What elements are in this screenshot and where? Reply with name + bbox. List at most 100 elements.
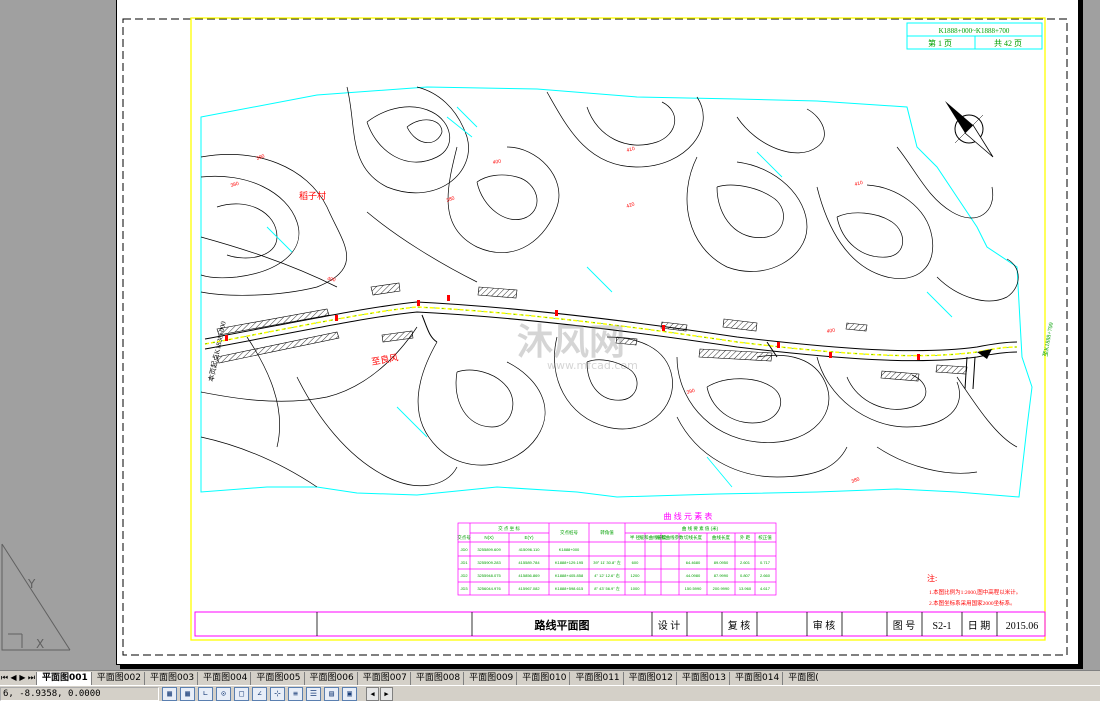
curve-elements-table: 曲 线 元 素 表 交 点 坐 标 交点桩号 转角值 曲 线 要 素 值 (米)… [457,511,777,596]
curve-table-title: 曲 线 元 素 表 [664,511,713,521]
drafting-settings: ▦ ▦ ∟ ⊙ □ ∠ ⊹ ≡ ☰ ▤ ▣ [162,687,360,701]
village-name: 稻子村 [299,190,326,201]
layout-tab-002[interactable]: 平面图002 [90,672,144,685]
svg-text:沐风网: 沐风网 [517,322,625,363]
last-tab-icon[interactable]: ⏭ [27,671,36,684]
svg-text:交点号: 交点号 [457,534,471,541]
drawing-canvas[interactable]: K1888+000~K1888+700 第 1 页 共 42 页 380 390… [117,0,1078,664]
date-value: 2015.06 [1006,621,1039,632]
dyn-icon[interactable]: ≡ [288,687,303,701]
svg-text:K1888+405.858: K1888+405.858 [555,573,584,578]
drawing-notes: 注: 1.本图比例为1:2000,图中高程以米计。 2.本图坐标系采用国家200… [927,573,1021,607]
svg-text:1200: 1200 [631,573,641,578]
svg-text:380: 380 [851,476,861,485]
status-bar: 6, -8.9358, 0.0000 ▦ ▦ ∟ ⊙ □ ∠ ⊹ ≡ ☰ ▤ ▣ ◀ ▶ [0,685,1100,701]
ortho-icon[interactable]: ∟ [198,687,213,701]
snap-icon[interactable]: ▦ [162,687,177,701]
grid-icon[interactable]: ▦ [180,687,195,701]
date-label: 日 期 [968,620,991,632]
svg-text:1000: 1000 [631,586,641,591]
svg-text:600: 600 [632,560,639,565]
svg-text:JD3: JD3 [460,586,468,591]
svg-text:410: 410 [626,146,636,154]
svg-text:2.601: 2.601 [740,560,751,565]
layout-tab-015[interactable]: 平面图( [782,672,822,685]
ducs-icon[interactable]: ⊹ [270,687,285,701]
coordinate-readout: 6, -8.9358, 0.0000 [0,687,159,701]
drawing-workspace[interactable]: K1888+000~K1888+700 第 1 页 共 42 页 380 390… [0,0,1100,670]
svg-text:415856.869: 415856.869 [518,573,540,578]
layout-tab-008[interactable]: 平面图008 [409,672,463,685]
layout-tab-001[interactable]: 平面图001 [36,672,91,685]
svg-text:44.0980: 44.0980 [686,573,701,578]
drawing-title: 路线平面图 [535,618,590,632]
layout-tab-012[interactable]: 平面图012 [622,672,676,685]
svg-text:415589.784: 415589.784 [518,560,540,565]
watermark: 沐风网 www.mfcad.com [517,322,638,372]
svg-text:0.807: 0.807 [740,573,751,578]
svg-text:K1888+598.615: K1888+598.615 [555,586,584,591]
svg-text:410: 410 [854,180,864,188]
first-tab-icon[interactable]: ⏮ [0,671,9,684]
svg-text:3255899.609: 3255899.609 [477,547,501,552]
svg-text:Y: Y [27,577,36,591]
svg-text:缓和曲线参数: 缓和曲线参数 [657,534,684,541]
svg-text:13.960: 13.960 [739,586,752,591]
layout-tab-013[interactable]: 平面图013 [675,672,729,685]
svg-text:87.9990: 87.9990 [714,573,729,578]
ucs-icon: Y X [1,543,71,651]
svg-text:400: 400 [826,328,835,335]
svg-text:JD2: JD2 [460,573,468,578]
svg-text:2.本图坐标系采用国家2000坐标系。: 2.本图坐标系采用国家2000坐标系。 [929,599,1016,607]
svg-text:K1888+000: K1888+000 [559,547,580,552]
otrack-icon[interactable]: ∠ [252,687,267,701]
layout-tab-010[interactable]: 平面图010 [516,672,569,685]
layout-tab-007[interactable]: 平面图007 [356,672,410,685]
svg-text:390: 390 [256,153,266,162]
lineweight-icon[interactable]: ☰ [306,687,321,701]
svg-text:曲 线 要 素 值 (米): 曲 线 要 素 值 (米) [682,525,719,532]
prev-tab-icon[interactable]: ◀ [9,671,18,684]
end-stake-note: 至K1888+700 [1042,322,1055,357]
svg-text:JD0: JD0 [460,547,468,552]
svg-text:外 距: 外 距 [740,534,751,541]
svg-text:4.617: 4.617 [760,586,771,591]
svg-text:JD1: JD1 [460,560,468,565]
svg-text:200.9990: 200.9990 [713,586,730,591]
svg-text:2.660: 2.660 [760,573,771,578]
polar-icon[interactable]: ⊙ [216,687,231,701]
svg-text:390: 390 [686,388,696,396]
svg-text:415967.082: 415967.082 [518,586,540,591]
next-layout-icon[interactable]: ▶ [380,687,393,701]
layout-tab-004[interactable]: 平面图004 [197,672,250,685]
layout-tab-005[interactable]: 平面图005 [250,672,303,685]
svg-text:1.本图比例为1:2000,图中高程以米计。: 1.本图比例为1:2000,图中高程以米计。 [929,588,1021,596]
layout-nav: ◀ ▶ [366,687,394,701]
quick-properties-icon[interactable]: ▣ [342,687,357,701]
layout-tab-003[interactable]: 平面图003 [143,672,197,685]
elevation-markers [266,106,953,488]
layout-tab-006[interactable]: 平面图006 [303,672,357,685]
drawing-number-label: 图 号 [893,620,916,632]
svg-text:www.mfcad.com: www.mfcad.com [547,359,638,372]
svg-text:校正值: 校正值 [758,534,772,541]
drawing-number: S2-1 [933,621,952,632]
osnap-icon[interactable]: □ [234,687,249,701]
layout-tab-bar: ⏮ ◀ ▶ ⏭ 平面图001 平面图002 平面图003 平面图004 平面图005 平面图006… [0,670,1100,685]
svg-text:380: 380 [230,181,240,189]
svg-text:150.5990: 150.5990 [685,586,702,591]
title-block: 路线平面图 设 计 复 核 审 核 图 号 S2-1 日 期 2015.06 [194,611,1046,637]
prev-layout-icon[interactable]: ◀ [366,687,379,701]
svg-text:3255909.283: 3255909.283 [477,560,501,565]
svg-text:K1888+129.195: K1888+129.195 [555,560,584,565]
survey-boundary [200,86,1033,498]
svg-text:415096.110: 415096.110 [519,547,541,552]
svg-text:420: 420 [626,201,636,210]
svg-text:切线长度: 切线长度 [684,534,702,541]
layout-tab-011[interactable]: 平面图011 [569,672,622,685]
model-icon[interactable]: ▤ [324,687,339,701]
layout-tab-014[interactable]: 平面图014 [729,672,782,685]
road-destination-label: 至良风 [370,351,399,367]
next-tab-icon[interactable]: ▶ [18,671,27,684]
layout-tab-009[interactable]: 平面图009 [463,672,516,685]
